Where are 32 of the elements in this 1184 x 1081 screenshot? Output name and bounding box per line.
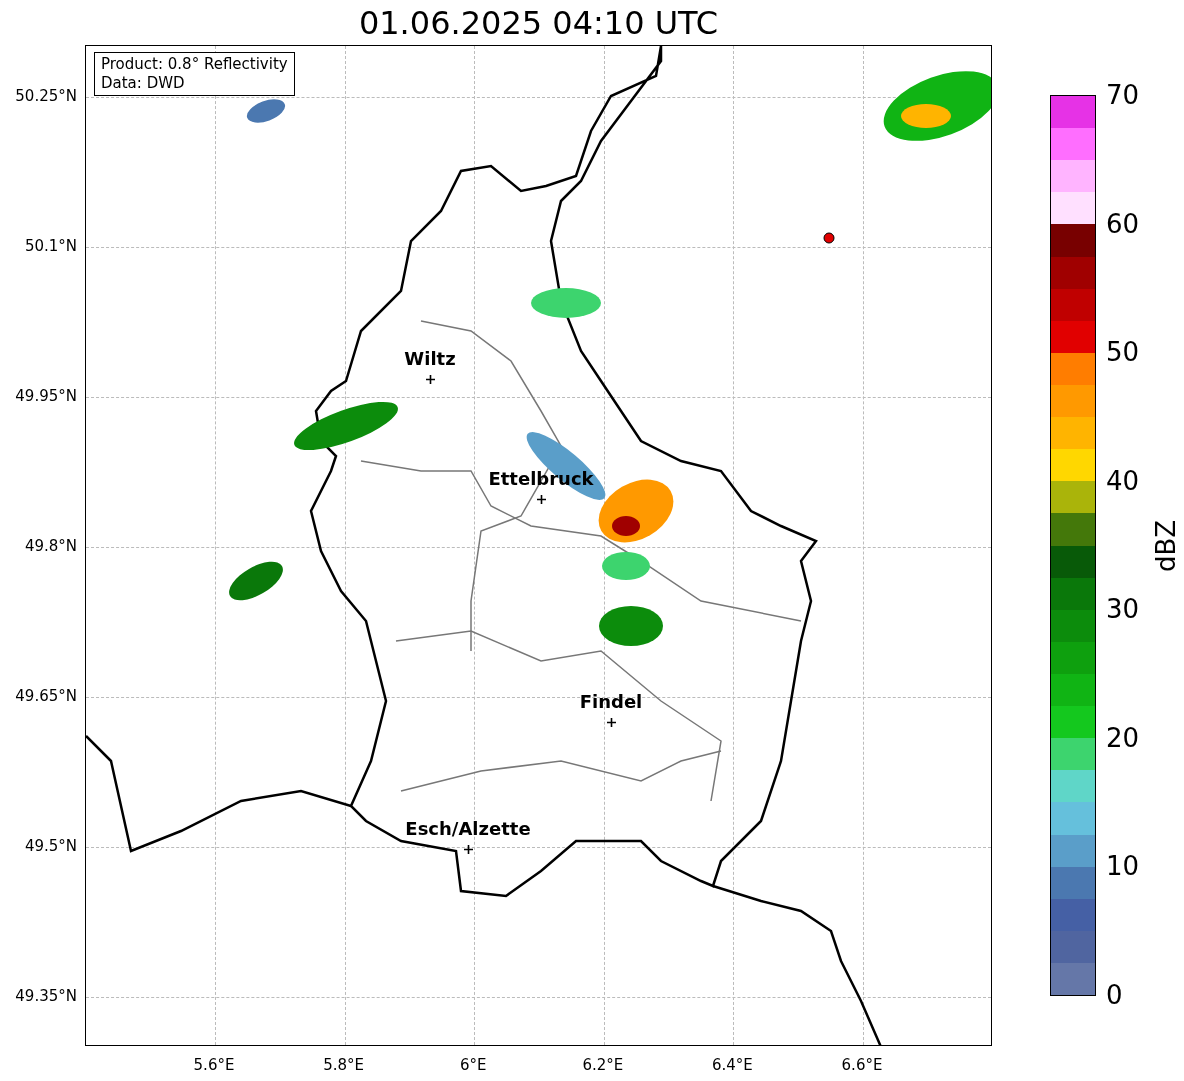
colorbar-tick-label: 60 (1106, 210, 1140, 237)
x-tick-label: 5.8°E (323, 1058, 364, 1073)
city-label: Wiltz (404, 350, 456, 368)
legend-text: Product: 0.8° Reflectivity (101, 55, 288, 74)
colorbar-tick-label: 30 (1106, 596, 1140, 623)
x-tick-label: 5.6°E (193, 1058, 235, 1073)
y-tick-label: 49.65°N (15, 688, 77, 704)
colorbar-tick-label: 20 (1106, 724, 1140, 751)
y-tick-label: 50.25°N (15, 88, 77, 104)
y-tick-label: 50.1°N (24, 238, 77, 254)
x-tick-label: 6°E (459, 1058, 487, 1073)
colorbar-tick-label: 50 (1106, 339, 1140, 366)
colorbar-tick-label: 70 (1106, 82, 1140, 108)
city-marker-icon (607, 718, 616, 727)
city-marker-icon (464, 845, 473, 854)
chart-title: 01.06.2025 04:10 UTC (358, 6, 719, 39)
y-tick-label: 49.8°N (24, 538, 77, 554)
y-tick-label: 49.35°N (15, 988, 77, 1004)
x-tick-label: 6.6°E (841, 1058, 883, 1073)
city-marker-icon (426, 375, 435, 384)
legend-text: Data: DWD (101, 74, 186, 93)
x-tick-label: 6.2°E (582, 1058, 624, 1073)
colorbar-label: dBZ (1153, 519, 1180, 572)
city-label: Findel (579, 693, 643, 711)
colorbar-tick-label: 0 (1106, 982, 1123, 1008)
city-marker-icon (537, 495, 546, 504)
colorbar-tick-label: 40 (1106, 467, 1140, 494)
colorbar-tick-label: 10 (1106, 853, 1140, 880)
x-tick-label: 6.4°E (711, 1058, 753, 1073)
y-tick-label: 49.5°N (24, 838, 77, 854)
city-label: Esch/Alzette (405, 820, 531, 838)
y-tick-label: 49.95°N (15, 388, 77, 404)
